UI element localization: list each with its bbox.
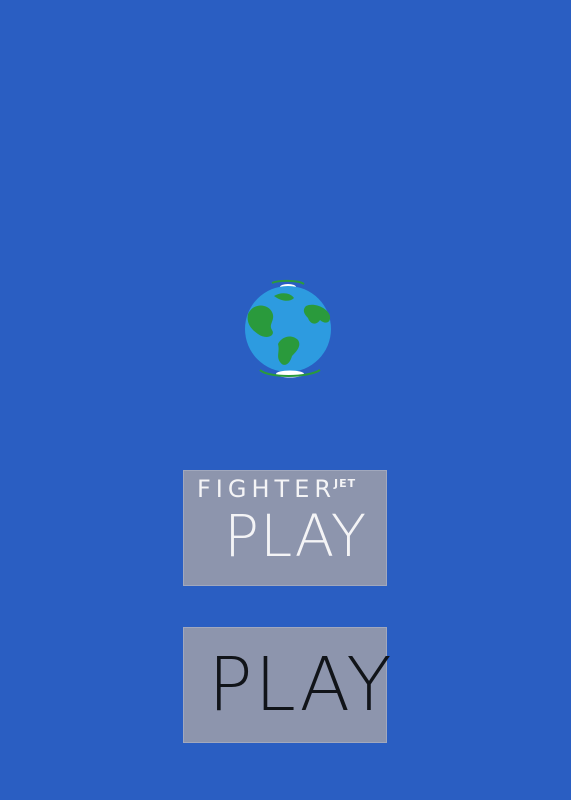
game-title: FIGHTERJET bbox=[197, 475, 356, 503]
game-menu-screen: FIGHTERJET PLAY PLAY bbox=[0, 0, 571, 800]
game-title-main: FIGHTER bbox=[197, 475, 337, 503]
fighter-jet-play-button[interactable]: FIGHTERJET PLAY bbox=[183, 470, 387, 586]
earth-globe-icon bbox=[238, 274, 338, 384]
fighter-play-label: PLAY bbox=[224, 502, 368, 570]
play-button[interactable]: PLAY bbox=[183, 627, 392, 743]
game-title-suffix: JET bbox=[334, 477, 357, 490]
play-label: PLAY bbox=[208, 642, 394, 728]
globe-top-scribble bbox=[271, 279, 305, 285]
